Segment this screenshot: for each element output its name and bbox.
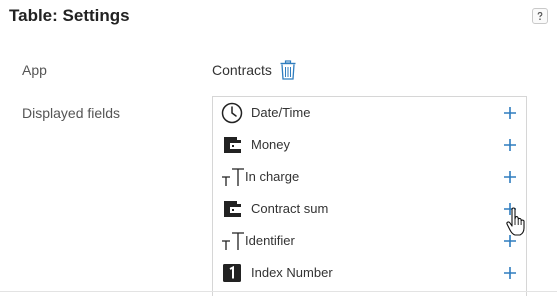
field-label: Index Number — [251, 265, 333, 280]
add-field-button[interactable] — [503, 170, 517, 184]
displayed-fields-list: Date/Time Money In charge Contract sum I… — [212, 96, 527, 296]
add-field-button[interactable] — [503, 266, 517, 280]
wallet-icon — [224, 137, 241, 153]
help-icon — [537, 12, 543, 20]
hand-pointer-icon — [506, 207, 525, 236]
displayed-fields-label: Displayed fields — [22, 105, 121, 121]
bottom-divider — [0, 291, 557, 292]
wallet-icon — [224, 201, 241, 217]
field-item-in-charge[interactable]: In charge — [213, 161, 526, 193]
field-item-identifier[interactable]: Identifier — [213, 225, 526, 257]
number-one-icon — [223, 264, 241, 282]
trash-icon[interactable] — [279, 60, 297, 80]
field-item-date-time[interactable]: Date/Time — [213, 97, 526, 129]
field-label: Contract sum — [251, 201, 329, 216]
text-type-icon — [222, 168, 244, 186]
field-label: Date/Time — [251, 105, 311, 120]
clock-icon — [221, 102, 243, 124]
help-button[interactable] — [532, 8, 548, 24]
app-label: App — [22, 62, 47, 78]
page-title: Table: Settings — [9, 6, 130, 25]
app-value: Contracts — [212, 62, 272, 78]
field-label: Money — [251, 137, 291, 152]
field-item-index-number[interactable]: Index Number — [213, 257, 526, 289]
field-item-money[interactable]: Money — [213, 129, 526, 161]
field-item-contract-sum[interactable]: Contract sum — [213, 193, 526, 225]
text-type-icon — [222, 232, 244, 250]
field-label: Identifier — [245, 233, 295, 248]
field-label: In charge — [245, 169, 300, 184]
add-field-button[interactable] — [503, 138, 517, 152]
add-field-button[interactable] — [503, 106, 517, 120]
